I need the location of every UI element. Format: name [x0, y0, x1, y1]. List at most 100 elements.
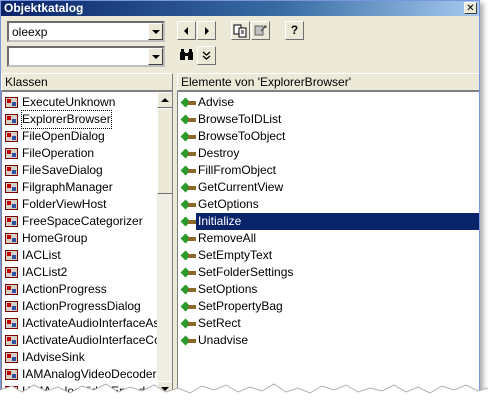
class-list-item-label: FolderViewHost: [22, 197, 107, 211]
class-list-item-label: IActivateAudioInterfaceAs: [22, 316, 160, 330]
class-module-icon: [5, 97, 18, 108]
library-combo-dropdown-button[interactable]: [148, 23, 163, 40]
class-list-item[interactable]: IAdviseSink: [2, 349, 157, 366]
class-list-item[interactable]: FileOpenDialog: [2, 128, 157, 145]
class-list-item[interactable]: IActivateAudioInterfaceAs: [2, 315, 160, 332]
member-list-item-label: SetFolderSettings: [198, 265, 294, 279]
member-list-item-label: Advise: [198, 95, 235, 109]
scroll-up-button[interactable]: [157, 92, 172, 108]
member-list-item[interactable]: SetEmptyText: [178, 247, 479, 264]
member-list-item[interactable]: GetOptions: [178, 196, 479, 213]
class-list-item[interactable]: FileOperation: [2, 145, 157, 162]
member-list-item[interactable]: SetPropertyBag: [178, 298, 479, 315]
class-list-item[interactable]: HomeGroup: [2, 230, 157, 247]
class-module-icon: [5, 216, 18, 227]
class-module-icon: [5, 165, 18, 176]
member-list-item[interactable]: SetOptions: [178, 281, 479, 298]
member-list-item[interactable]: BrowseToIDList: [178, 111, 479, 128]
class-list-item-label: IACList: [22, 248, 61, 262]
view-definition-icon: [254, 25, 267, 36]
member-list-item[interactable]: Destroy: [178, 145, 479, 162]
member-list-item-label: RemoveAll: [198, 231, 257, 245]
class-list-item[interactable]: ExplorerBrowser: [2, 110, 157, 129]
method-icon: [180, 199, 196, 210]
object-browser-window: Objektkatalog ✕ oleexp ? Klassen Element…: [0, 0, 480, 395]
class-module-icon: [5, 318, 18, 329]
members-header: Elemente von 'ExplorerBrowser': [177, 73, 479, 91]
class-list-item-label: IAdviseSink: [22, 350, 85, 364]
member-list-item[interactable]: BrowseToObject: [178, 128, 479, 145]
copy-button[interactable]: [231, 21, 250, 40]
class-list-item-label: ExecuteUnknown: [22, 95, 116, 109]
member-list-item-label: FillFromObject: [198, 163, 277, 177]
back-button[interactable]: [177, 21, 196, 40]
class-module-icon: [5, 250, 18, 261]
members-list[interactable]: Advise BrowseToIDList BrowseToObject Destro…: [177, 91, 479, 394]
member-list-item-label: BrowseToObject: [198, 129, 286, 143]
double-chevron-down-icon: [202, 51, 211, 60]
search-combo[interactable]: [7, 46, 165, 67]
class-module-icon: [5, 267, 18, 278]
member-list-item-label: GetOptions: [198, 197, 259, 211]
classes-list[interactable]: ExecuteUnknown ExplorerBrowser FileOpenDia…: [1, 91, 173, 394]
member-list-item-label: SetEmptyText: [198, 248, 273, 262]
class-list-item[interactable]: IActionProgressDialog: [2, 298, 157, 315]
member-list-item[interactable]: SetRect: [178, 315, 479, 332]
member-list-item-label: SetOptions: [198, 282, 258, 296]
chevron-up-icon: [161, 98, 169, 102]
search-button[interactable]: [177, 46, 196, 65]
method-icon: [180, 97, 196, 108]
member-list-item-label: GetCurrentView: [198, 180, 284, 194]
library-combo[interactable]: oleexp: [7, 21, 165, 42]
member-list-item[interactable]: SetFolderSettings: [178, 264, 479, 281]
member-list-item[interactable]: Unadvise: [178, 332, 479, 349]
class-module-icon: [5, 301, 18, 312]
member-list-item[interactable]: FillFromObject: [178, 162, 479, 179]
classes-scrollbar[interactable]: [157, 92, 172, 394]
method-icon: [180, 250, 196, 261]
method-icon: [180, 284, 196, 295]
method-icon: [180, 335, 196, 346]
help-button[interactable]: ?: [285, 21, 304, 40]
close-icon[interactable]: ✕: [464, 2, 477, 14]
class-list-item[interactable]: FolderViewHost: [2, 196, 157, 213]
member-list-item-label: SetPropertyBag: [198, 299, 283, 313]
forward-arrow-icon: [205, 27, 209, 35]
toggle-search-results-button[interactable]: [197, 46, 216, 65]
binoculars-icon: [180, 49, 193, 60]
class-list-item-label: IActionProgressDialog: [22, 299, 141, 313]
class-module-icon: [5, 352, 18, 363]
class-list-item[interactable]: FileSaveDialog: [2, 162, 157, 179]
library-combo-value: oleexp: [12, 25, 48, 39]
method-icon: [180, 148, 196, 159]
class-list-item[interactable]: IActionProgress: [2, 281, 157, 298]
class-list-item[interactable]: IACList2: [2, 264, 157, 281]
class-list-item[interactable]: FreeSpaceCategorizer: [2, 213, 157, 230]
forward-button[interactable]: [197, 21, 216, 40]
member-list-item-label: SetRect: [198, 316, 241, 330]
class-list-item-label: IActivateAudioInterfaceCo: [22, 333, 161, 347]
help-icon: ?: [290, 23, 299, 37]
class-list-item[interactable]: IActivateAudioInterfaceCo: [2, 332, 161, 349]
member-list-item[interactable]: RemoveAll: [178, 230, 479, 247]
method-icon: [180, 233, 196, 244]
class-module-icon: [5, 284, 18, 295]
search-combo-dropdown-button[interactable]: [148, 48, 163, 65]
method-icon: [180, 131, 196, 142]
member-list-item[interactable]: Initialize: [178, 213, 479, 230]
scroll-thumb[interactable]: [157, 108, 172, 194]
member-list-item-label: BrowseToIDList: [198, 112, 282, 126]
member-list-item[interactable]: Advise: [178, 94, 479, 111]
class-list-item-label: FileOpenDialog: [22, 129, 105, 143]
class-list-item[interactable]: IACList: [2, 247, 157, 264]
class-list-item[interactable]: ExecuteUnknown: [2, 94, 157, 111]
view-definition-button[interactable]: [251, 21, 270, 40]
class-list-item[interactable]: FilgraphManager: [2, 179, 157, 196]
method-icon: [180, 301, 196, 312]
back-arrow-icon: [184, 27, 188, 35]
class-list-item-label: HomeGroup: [22, 231, 88, 245]
class-module-icon: [5, 182, 18, 193]
class-list-item-label: IActionProgress: [22, 282, 107, 296]
title-bar[interactable]: Objektkatalog ✕: [1, 1, 479, 16]
member-list-item[interactable]: GetCurrentView: [178, 179, 479, 196]
